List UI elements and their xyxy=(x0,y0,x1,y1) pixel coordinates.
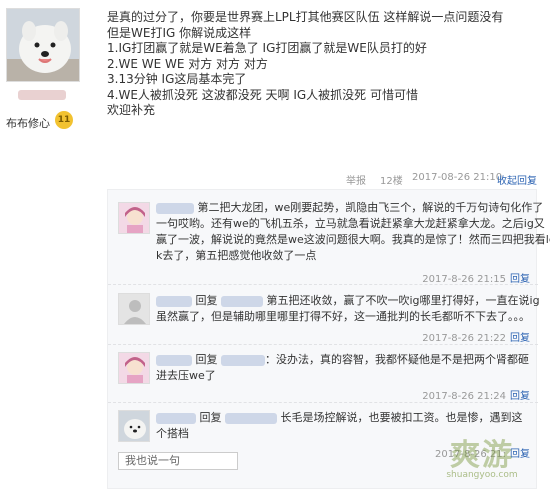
reply-avatar[interactable] xyxy=(118,352,150,384)
reply-time: 2017-8-26 21:22 xyxy=(422,333,506,344)
mentioned-user-blurred[interactable] xyxy=(225,412,277,424)
reply-button[interactable]: 回复 xyxy=(510,274,530,285)
say-something-input[interactable]: 我也说一句 xyxy=(118,452,238,470)
post-line: 是真的过分了，你要是世界赛上LPL打其他赛区队伍 这样解说一点问题没有 xyxy=(107,10,504,24)
post-time: 2017-08-26 21:10 xyxy=(412,172,503,183)
post-line: 欢迎补充 xyxy=(107,103,156,117)
username-blurred xyxy=(18,90,66,100)
post-line: 4.WE人被抓没死 这波都没死 天啊 IG人被抓没死 可惜可惜 xyxy=(107,87,418,102)
reply-avatar[interactable] xyxy=(118,202,150,234)
reply-avatar[interactable] xyxy=(118,410,150,442)
reply-time: 2017-8-26 21:15 xyxy=(422,274,506,285)
collapse-replies-link[interactable]: 收起回复 xyxy=(497,172,537,187)
user-tag: 布布修心 xyxy=(6,117,50,130)
reply-line: 回复 ：没办法，真的容智，我都怀疑他是不是把两个肾都砸 xyxy=(156,352,529,368)
reply-text: 回复 第五把还收敛，赢了不吹一吹ig哪里打得好，一直在说ig 虽然赢了，但是辅助… xyxy=(156,293,540,325)
report-link[interactable]: 举报 xyxy=(346,172,366,187)
user-avatar[interactable] xyxy=(6,8,80,82)
username-blurred[interactable] xyxy=(156,202,194,214)
reply-button[interactable]: 回复 xyxy=(510,333,530,344)
mentioned-user-blurred[interactable] xyxy=(221,295,263,307)
reply-meta: 2017-8-26 21:15 回复 xyxy=(422,270,530,285)
reply-line: 赢了一波，解说说的竟然是we这波问题很大啊。我真的是惊了！然而三四把我看lc xyxy=(156,233,550,246)
floor-number: 12楼 xyxy=(380,176,403,187)
level-badge: 11 xyxy=(55,111,73,129)
reply-line: k去了，第五把感觉他收敛了一点 xyxy=(156,249,317,262)
watermark-logo: 爽游 shuangyoo.com xyxy=(446,438,518,480)
reply-text: 第二把大龙团，we刚要起势，凯隐由飞三个，解说的千万句诗句化作了 一句哎哟。还有… xyxy=(156,200,550,264)
username-blurred[interactable] xyxy=(156,354,192,366)
reply-meta: 2017-8-26 21:24 回复 xyxy=(422,387,530,402)
reply-line: 进去压we了 xyxy=(156,369,216,382)
dog-avatar-image xyxy=(119,411,149,441)
post-content: 是真的过分了，你要是世界赛上LPL打其他赛区队伍 这样解说一点问题没有 但是WE… xyxy=(107,10,527,119)
post-line: 3.13分钟 IG这局基本完了 xyxy=(107,72,247,86)
reply-line: 回复 长毛是场控解说，也要被扣工资。也是惨，遇到这 xyxy=(156,410,526,426)
reply-text: 回复 ：没办法，真的容智，我都怀疑他是不是把两个肾都砸 进去压we了 xyxy=(156,352,529,384)
username-blurred[interactable] xyxy=(156,412,196,424)
reply-avatar[interactable] xyxy=(118,293,150,325)
mentioned-user-blurred[interactable] xyxy=(221,354,265,366)
anime-avatar-image xyxy=(119,353,149,383)
reply-line: 回复 第五把还收敛，赢了不吹一吹ig哪里打得好，一直在说ig xyxy=(156,293,540,309)
default-avatar-icon xyxy=(119,294,149,324)
dog-avatar-image xyxy=(7,9,79,81)
reply-meta: 2017-8-26 21:22 回复 xyxy=(422,329,530,344)
post-page: 布布修心 11 是真的过分了，你要是世界赛上LPL打其他赛区队伍 这样解说一点问… xyxy=(0,0,550,493)
post-line: 2.WE WE WE 对方 对方 对方 xyxy=(107,56,268,71)
anime-avatar-image xyxy=(119,203,149,233)
reply-time: 2017-8-26 21:24 xyxy=(422,391,506,402)
reply-button[interactable]: 回复 xyxy=(510,391,530,402)
reply-item: 第二把大龙团，we刚要起势，凯隐由飞三个，解说的千万句诗句化作了 一句哎哟。还有… xyxy=(108,190,550,285)
reply-item: 回复 第五把还收敛，赢了不吹一吹ig哪里打得好，一直在说ig 虽然赢了，但是辅助… xyxy=(108,285,540,345)
reply-item: 回复 ：没办法，真的容智，我都怀疑他是不是把两个肾都砸 进去压we了 2017-… xyxy=(108,345,538,403)
username-blurred[interactable] xyxy=(156,295,192,307)
reply-line: 虽然赢了，但是辅助哪里哪里打得不好，这一通批判的长毛都听不下去了。。。 xyxy=(156,310,530,323)
post-line: 但是WE打IG 你解说成这样 xyxy=(107,25,252,40)
reply-line: 一句哎哟。还有we的飞机五杀，立马就急看说赶紧拿大龙赶紧拿大龙。之后ig又 xyxy=(156,217,545,230)
post-line: 1.IG打团赢了就是WE着急了 IG打团赢了就是WE队员打的好 xyxy=(107,41,427,55)
reply-line: 第二把大龙团，we刚要起势，凯隐由飞三个，解说的千万句诗句化作了 xyxy=(156,200,543,216)
